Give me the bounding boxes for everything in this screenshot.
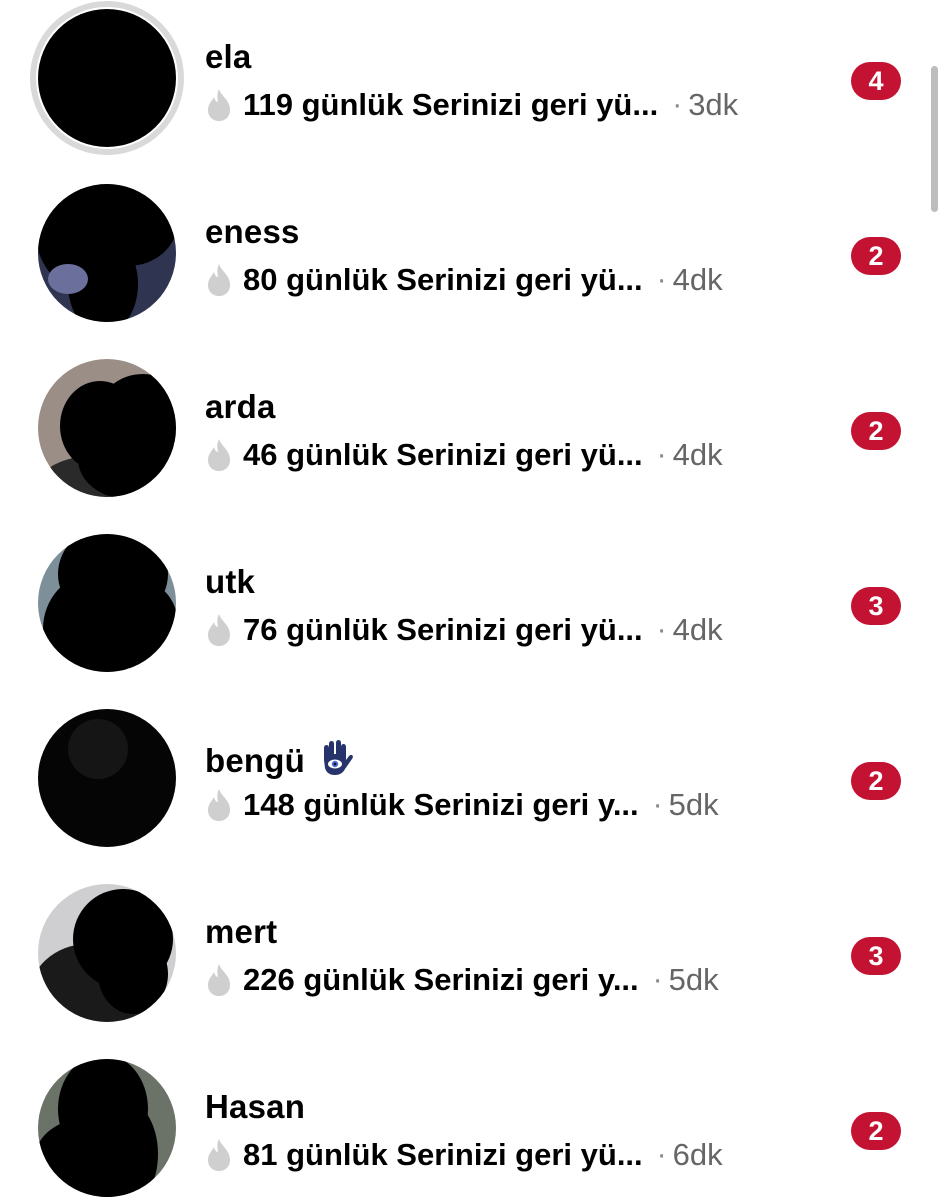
contact-name: utk: [205, 563, 256, 600]
preview-text: 81 günlük Serinizi geri yü...: [243, 1137, 643, 1172]
unread-badge: 2: [851, 1112, 901, 1150]
separator-dot: ·: [656, 613, 667, 646]
hamsa-icon: [323, 740, 353, 775]
timestamp: 5dk: [668, 962, 719, 997]
separator-dot: ·: [652, 963, 663, 996]
preview-text: 226 günlük Serinizi geri y...: [243, 962, 639, 997]
conversation-row-mert[interactable]: mert 226 günlük Serinizi geri y... · 5dk…: [0, 875, 946, 1050]
avatar[interactable]: [38, 184, 176, 322]
contact-name-text: bengü: [205, 742, 305, 779]
conversation-row-bengu[interactable]: bengü 148 günlük Serinizi geri y... · 5d…: [0, 700, 946, 875]
conversation-row-utk[interactable]: utk 76 günlük Serinizi geri yü... · 4dk …: [0, 525, 946, 700]
flame-icon: [208, 1139, 230, 1171]
flame-icon: [208, 789, 230, 821]
avatar[interactable]: [38, 534, 176, 672]
message-preview: 226 günlük Serinizi geri y... · 5dk: [205, 962, 719, 998]
unread-badge: 3: [851, 587, 901, 625]
flame-icon: [208, 439, 230, 471]
timestamp: 4dk: [672, 262, 723, 297]
preview-text: 80 günlük Serinizi geri yü...: [243, 262, 643, 297]
preview-text: 148 günlük Serinizi geri y...: [243, 787, 639, 822]
preview-text: 46 günlük Serinizi geri yü...: [243, 437, 643, 472]
message-preview: 46 günlük Serinizi geri yü... · 4dk: [205, 437, 723, 473]
unread-badge: 2: [851, 762, 901, 800]
timestamp: 4dk: [672, 612, 723, 647]
avatar[interactable]: [38, 1059, 176, 1197]
avatar[interactable]: [38, 709, 176, 847]
timestamp: 4dk: [672, 437, 723, 472]
separator-dot: ·: [672, 88, 683, 121]
unread-badge: 2: [851, 237, 901, 275]
timestamp: 3dk: [688, 87, 739, 122]
timestamp: 6dk: [672, 1137, 723, 1172]
conversation-row-hasan[interactable]: Hasan 81 günlük Serinizi geri yü... · 6d…: [0, 1050, 946, 1200]
separator-dot: ·: [652, 788, 663, 821]
message-preview: 119 günlük Serinizi geri yü... · 3dk: [205, 87, 738, 123]
unread-badge: 4: [851, 62, 901, 100]
contact-name: arda: [205, 388, 276, 425]
scrollbar[interactable]: [931, 66, 938, 212]
contact-name: mert: [205, 913, 278, 950]
separator-dot: ·: [656, 1138, 667, 1171]
separator-dot: ·: [656, 263, 667, 296]
preview-text: 76 günlük Serinizi geri yü...: [243, 612, 643, 647]
flame-icon: [208, 89, 230, 121]
timestamp: 5dk: [668, 787, 719, 822]
flame-icon: [208, 264, 230, 296]
message-preview: 148 günlük Serinizi geri y... · 5dk: [205, 787, 719, 823]
avatar[interactable]: [38, 359, 176, 497]
conversation-row-eness[interactable]: eness 80 günlük Serinizi geri yü... · 4d…: [0, 175, 946, 350]
unread-badge: 3: [851, 937, 901, 975]
avatar[interactable]: [38, 884, 176, 1022]
contact-name: Hasan: [205, 1088, 306, 1125]
avatar[interactable]: [30, 1, 184, 155]
message-preview: 81 günlük Serinizi geri yü... · 6dk: [205, 1137, 723, 1173]
contact-name: bengü: [205, 738, 355, 780]
message-preview: 80 günlük Serinizi geri yü... · 4dk: [205, 262, 723, 298]
contact-name: ela: [205, 38, 252, 75]
contact-name: eness: [205, 213, 300, 250]
flame-icon: [208, 964, 230, 996]
conversation-row-arda[interactable]: arda 46 günlük Serinizi geri yü... · 4dk…: [0, 350, 946, 525]
conversation-row-ela[interactable]: ela 119 günlük Serinizi geri yü... · 3dk…: [0, 0, 946, 175]
conversation-list: ela 119 günlük Serinizi geri yü... · 3dk…: [0, 0, 946, 1200]
separator-dot: ·: [656, 438, 667, 471]
unread-badge: 2: [851, 412, 901, 450]
preview-text: 119 günlük Serinizi geri yü...: [243, 87, 659, 122]
flame-icon: [208, 614, 230, 646]
message-preview: 76 günlük Serinizi geri yü... · 4dk: [205, 612, 723, 648]
